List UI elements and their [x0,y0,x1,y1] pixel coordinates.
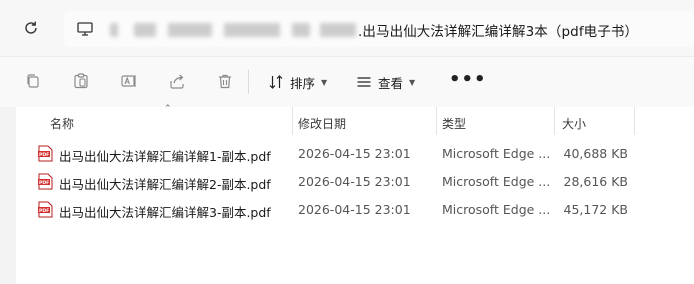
file-modified: 2026-04-15 23:01 [298,202,411,217]
address-row: .出马出仙大法详解汇编详解3本（pdf电子书） [0,0,694,56]
view-button[interactable]: 查看 ▼ [356,69,415,95]
sort-ascending-indicator-icon: ⌃ [164,104,172,114]
delete-icon[interactable] [216,72,234,90]
rename-icon[interactable] [120,72,138,90]
file-row[interactable]: PDF 出马出仙大法详解汇编详解1-副本.pdf 2026-04-15 23:0… [16,140,694,168]
command-bar: 排序 ▼ 查看 ▼ ••• [0,56,694,108]
svg-text:PDF: PDF [39,152,49,158]
breadcrumb-current-folder[interactable]: .出马出仙大法详解汇编详解3本（pdf电子书） [358,20,638,40]
pdf-file-icon: PDF [38,145,53,162]
refresh-icon[interactable] [22,19,40,37]
more-options-button[interactable]: ••• [449,69,487,90]
file-size: 28,616 KB [563,174,628,189]
file-name: 出马出仙大法详解汇编详解3-副本.pdf [59,205,271,220]
column-divider[interactable] [436,107,437,135]
address-bar[interactable]: .出马出仙大法详解汇编详解3本（pdf电子书） [64,11,694,47]
file-modified: 2026-04-15 23:01 [298,146,411,161]
view-label: 查看 [378,75,404,91]
pdf-file-icon: PDF [38,201,53,218]
sort-icon [269,75,283,89]
sort-label: 排序 [290,75,316,91]
column-divider[interactable] [554,107,555,135]
file-name: 出马出仙大法详解汇编详解1-副本.pdf [59,149,271,164]
view-icon [357,77,371,87]
chevron-down-icon: ▼ [321,77,328,87]
toolbar-separator [248,70,249,94]
redacted-path-segment [110,23,118,37]
share-icon[interactable] [168,72,186,90]
column-header-type[interactable]: 类型 [442,111,466,137]
file-modified: 2026-04-15 23:01 [298,174,411,189]
chevron-down-icon: ▼ [409,77,416,87]
column-header-name[interactable]: 名称 [50,111,74,137]
pdf-file-icon: PDF [38,173,53,190]
column-divider[interactable] [634,107,635,135]
redacted-path-segment [168,23,212,37]
column-header-modified[interactable]: 修改日期 [298,111,346,137]
file-size: 45,172 KB [563,202,628,217]
paste-icon[interactable] [72,72,90,90]
svg-text:PDF: PDF [39,208,49,214]
file-type: Microsoft Edge ... [442,202,551,217]
copy-icon[interactable] [24,72,42,90]
sort-button[interactable]: 排序 ▼ [268,69,327,95]
redacted-path-segment [292,23,310,37]
file-row[interactable]: PDF 出马出仙大法详解汇编详解2-副本.pdf 2026-04-15 23:0… [16,168,694,196]
file-type: Microsoft Edge ... [442,174,551,189]
redacted-path-segment [320,23,356,37]
svg-text:PDF: PDF [39,180,49,186]
file-type: Microsoft Edge ... [442,146,551,161]
file-list: ⌃ 名称 修改日期 类型 大小 PDF 出马出仙大法详解汇编详解1-副本.pdf… [16,104,694,284]
column-divider[interactable] [292,107,293,135]
redacted-path-segment [134,23,156,37]
navigation-pane-edge [0,107,16,284]
redacted-path-segment [224,23,280,37]
this-pc-icon [77,22,93,36]
file-size: 40,688 KB [563,146,628,161]
file-row[interactable]: PDF 出马出仙大法详解汇编详解3-副本.pdf 2026-04-15 23:0… [16,196,694,224]
file-name: 出马出仙大法详解汇编详解2-副本.pdf [59,177,271,192]
column-header-size[interactable]: 大小 [562,111,586,137]
